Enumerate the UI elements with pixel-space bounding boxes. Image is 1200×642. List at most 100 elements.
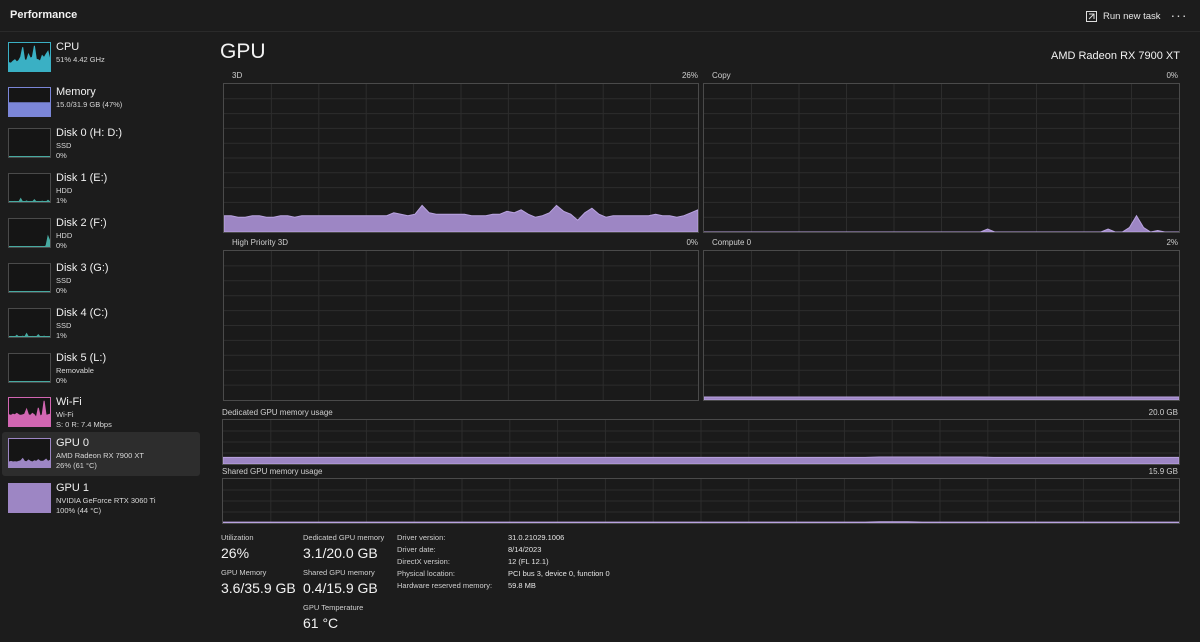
dedicated-memory-label: Dedicated GPU memory — [303, 533, 385, 542]
graph-compute-0-plot — [704, 251, 1179, 400]
sidebar-item-disk-5[interactable]: Disk 5 (L:) Removable 0% — [2, 347, 200, 391]
info-key: DirectX version: — [397, 557, 450, 566]
thumbnail-usage-area — [9, 484, 50, 512]
graph-3d-plot — [224, 84, 698, 232]
graph-label-compute-0: Compute 0 — [712, 238, 752, 247]
dedicated-memory-usage-area — [223, 456, 1179, 464]
utilization-label: Utilization — [221, 533, 254, 542]
sidebar-item-label: Memory — [56, 86, 96, 98]
sidebar-item-type: Wi-Fi — [56, 410, 74, 419]
graph-value-copy: 0% — [1166, 71, 1178, 80]
sidebar-item-type: HDD — [56, 231, 73, 240]
graph-value-dedicated-memory: 20.0 GB — [1148, 408, 1178, 417]
thumbnail-usage-area — [9, 457, 50, 467]
info-key: Hardware reserved memory: — [397, 581, 493, 590]
sidebar-item-disk-3[interactable]: Disk 3 (G:) SSD 0% — [2, 257, 200, 301]
sidebar-item-label: GPU 0 — [56, 437, 90, 449]
disk-graph-thumbnail — [8, 173, 51, 203]
sidebar-item-disk-4[interactable]: Disk 4 (C:) SSD 1% — [2, 302, 200, 346]
disk-graph-thumbnail — [8, 128, 51, 158]
sidebar-item-gpu-0[interactable]: GPU 0 AMD Radeon RX 7900 XT 26% (61 °C) — [2, 432, 200, 476]
sidebar-item-label: CPU — [56, 41, 80, 53]
gpu-temperature-label: GPU Temperature — [303, 603, 364, 612]
sidebar-item-device: AMD Radeon RX 7900 XT — [56, 451, 144, 460]
memory-graph-thumbnail — [8, 87, 51, 117]
graph-high-priority-3d-plot — [224, 251, 698, 400]
sidebar-item-usage: 100% (44 °C) — [56, 506, 102, 515]
info-key: Physical location: — [397, 569, 455, 578]
sidebar-item-label: GPU 1 — [56, 482, 90, 494]
memory-thumbnail-graph — [9, 102, 50, 116]
cpu-graph-thumbnail — [8, 42, 51, 72]
sidebar-item-usage: 1% — [56, 196, 67, 205]
info-value: PCI bus 3, device 0, function 0 — [508, 569, 610, 578]
gpu-device-name: AMD Radeon RX 7900 XT — [1050, 50, 1180, 62]
sidebar-item-type: SSD — [56, 276, 72, 285]
gpu-memory-label: GPU Memory — [221, 568, 267, 577]
sidebar-item-usage: 0% — [56, 286, 67, 295]
sidebar-item-label: Wi-Fi — [56, 396, 82, 408]
run-task-icon — [1086, 10, 1097, 22]
sidebar-item-disk-0[interactable]: Disk 0 (H: D:) SSD 0% — [2, 122, 200, 166]
sidebar-item-disk-2[interactable]: Disk 2 (F:) HDD 0% — [2, 212, 200, 256]
sidebar-item-cpu[interactable]: CPU 51% 4.42 GHz — [2, 36, 200, 80]
cpu-thumbnail-graph — [9, 45, 50, 71]
disk-thumbnail-graph — [9, 156, 50, 157]
info-value: 31.0.21029.1006 — [508, 533, 565, 542]
graph-value-shared-memory: 15.9 GB — [1148, 467, 1178, 476]
sidebar-item-wifi[interactable]: Wi-Fi Wi-Fi S: 0 R: 7.4 Mbps — [2, 391, 200, 435]
graph-label-high-priority-3d: High Priority 3D — [232, 238, 289, 247]
run-new-task-label: Run new task — [1103, 10, 1161, 22]
info-value: 12 (FL 12.1) — [508, 557, 549, 566]
sidebar-item-usage: 1% — [56, 331, 67, 340]
graph-compute-0 — [703, 250, 1180, 401]
disk-thumbnail-graph — [9, 234, 50, 247]
graph-value-high-priority-3d: 0% — [686, 238, 698, 247]
graph-label-3d: 3D — [232, 71, 243, 80]
graph-copy — [703, 83, 1180, 233]
gpu-graph-thumbnail — [8, 438, 51, 468]
sidebar-item-memory[interactable]: Memory 15.0/31.9 GB (47%) — [2, 81, 200, 125]
page-title: GPU — [220, 40, 266, 63]
sidebar-item-detail: 15.0/31.9 GB (47%) — [56, 100, 123, 109]
sidebar-item-device: NVIDIA GeForce RTX 3060 Ti — [56, 496, 156, 505]
wifi-graph-thumbnail — [8, 397, 51, 427]
graph-value-3d: 26% — [681, 71, 698, 80]
graph-dedicated-memory-plot — [223, 420, 1179, 464]
gpu-thumbnail-graph — [9, 484, 50, 512]
sidebar-item-label: Disk 2 (F:) — [56, 217, 107, 229]
graph-shared-memory-plot — [223, 479, 1179, 523]
more-options-icon[interactable]: ··· — [1170, 6, 1188, 24]
info-value: 8/14/2023 — [508, 545, 542, 554]
shared-memory-value: 0.4/15.9 GB — [303, 580, 378, 596]
graph-dedicated-memory — [222, 419, 1180, 465]
sidebar-item-label: Disk 3 (G:) — [56, 262, 109, 274]
graph-value-compute-0: 2% — [1166, 238, 1178, 247]
sidebar-item-gpu-1[interactable]: GPU 1 NVIDIA GeForce RTX 3060 Ti 100% (4… — [2, 477, 200, 521]
dedicated-memory-value: 3.1/20.0 GB — [303, 545, 378, 561]
sidebar-item-usage: 0% — [56, 241, 67, 250]
graph-high-priority-3d — [223, 250, 699, 401]
gpu-thumbnail-graph — [9, 457, 50, 467]
disk-thumbnail-graph — [9, 197, 50, 202]
gpu-graph-thumbnail — [8, 483, 51, 513]
sidebar-item-label: Disk 1 (E:) — [56, 172, 108, 184]
shared-memory-usage-area — [223, 521, 1179, 523]
gpu-memory-value: 3.6/35.9 GB — [221, 580, 296, 596]
disk-graph-thumbnail — [8, 308, 51, 338]
utilization-value: 26% — [221, 545, 250, 561]
window-title: Performance — [10, 9, 78, 21]
thumbnail-usage-area — [9, 400, 50, 426]
disk-graph-thumbnail — [8, 353, 51, 383]
sidebar-item-detail: 51% 4.42 GHz — [56, 55, 105, 64]
disk-thumbnail-graph — [9, 291, 50, 292]
graph-shared-memory — [222, 478, 1180, 524]
info-key: Driver date: — [397, 545, 436, 554]
sidebar-item-disk-1[interactable]: Disk 1 (E:) HDD 1% — [2, 167, 200, 211]
wifi-thumbnail-graph — [9, 400, 50, 426]
graph-3d — [223, 83, 699, 233]
graph-label-dedicated-memory: Dedicated GPU memory usage — [222, 408, 333, 417]
thumbnail-usage-area — [9, 45, 50, 71]
sidebar-item-label: Disk 4 (C:) — [56, 307, 108, 319]
run-new-task-button[interactable]: Run new task — [1086, 7, 1161, 25]
